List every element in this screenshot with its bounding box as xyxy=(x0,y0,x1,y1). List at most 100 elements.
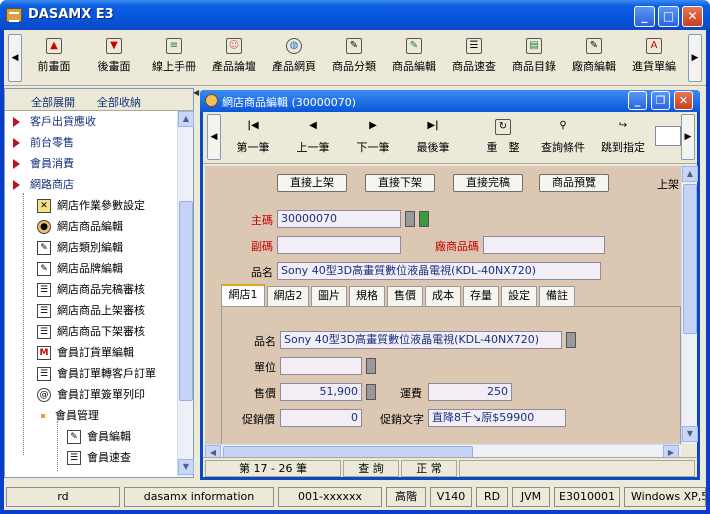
collapse-all-link[interactable]: 全部收納 xyxy=(97,94,141,110)
tree-node-member-management[interactable]: 會員管理 xyxy=(41,405,99,426)
tree-item-store-params[interactable]: ✕ 網店作業參數設定 xyxy=(37,195,145,216)
first-record-button[interactable]: |◀ 第一筆 xyxy=(225,117,281,163)
tree-item-store-product-edit[interactable]: ● 網店商品編輯 xyxy=(37,216,123,237)
list-icon: ☰ xyxy=(37,304,51,318)
main-code-field[interactable]: 30000070 xyxy=(277,210,401,228)
panel-name-field[interactable]: Sony 40型3D高畫質數位液晶電視(KDL-40NX720) xyxy=(280,331,562,349)
toolbar-purchase-order-button[interactable]: A 進貨單編 xyxy=(624,36,684,82)
tree-node-retail[interactable]: 前台零售 xyxy=(13,132,74,153)
tab-settings[interactable]: 設定 xyxy=(501,286,537,306)
globe-icon: ◍ xyxy=(286,38,302,54)
tree-item-member-order-edit[interactable]: M 會員訂貨單編輯 xyxy=(37,342,134,363)
list-icon: ☰ xyxy=(466,38,482,54)
tree-item-order-print[interactable]: @ 會員訂單簽單列印 xyxy=(37,384,145,405)
tree-item-order-convert[interactable]: ☰ 會員訂單轉客戶訂單 xyxy=(37,363,156,384)
child-title-bar[interactable]: 網店商品編輯 (30000070) _ ❐ ✕ xyxy=(200,90,700,112)
scroll-thumb[interactable] xyxy=(683,184,697,334)
unit-field[interactable] xyxy=(280,357,362,375)
order-icon: M xyxy=(37,346,51,360)
nav-scroll-right-button[interactable]: ▶ xyxy=(681,114,695,160)
scroll-up-button[interactable]: ▲ xyxy=(682,166,698,182)
tab-images[interactable]: 圖片 xyxy=(311,286,347,306)
name-field[interactable]: Sony 40型3D高畫質數位液晶電視(KDL-40NX720) xyxy=(277,262,601,280)
toolbar-category-button[interactable]: ✎ 商品分類 xyxy=(324,36,384,82)
toolbar-label: 廠商編輯 xyxy=(572,60,616,73)
toolbar-catalog-button[interactable]: ▤ 商品目錄 xyxy=(504,36,564,82)
tree-node-customer-shipping[interactable]: 客戶出貨應收 xyxy=(13,111,96,132)
price-picker-icon[interactable] xyxy=(366,384,376,400)
sub-code-field[interactable] xyxy=(277,236,401,254)
delist-now-button[interactable]: 直接下架 xyxy=(365,174,435,192)
child-close-button[interactable]: ✕ xyxy=(674,91,693,110)
unit-picker-icon[interactable] xyxy=(366,358,376,374)
query-conditions-button[interactable]: ⚲ 查詢條件 xyxy=(535,117,591,163)
tab-store1[interactable]: 網店1 xyxy=(221,284,265,306)
promo-text-field[interactable]: 直降8千↘原$59900 xyxy=(428,409,566,427)
toolbar-scroll-right-button[interactable]: ▶ xyxy=(688,34,702,82)
prev-record-button[interactable]: ◀ 上一筆 xyxy=(285,117,341,163)
close-button[interactable]: ✕ xyxy=(682,6,703,27)
sub-code-label: 副碼 xyxy=(251,240,273,253)
nav-scroll-left-button[interactable]: ◀ xyxy=(207,114,221,160)
shipping-field[interactable]: 250 xyxy=(428,383,512,401)
tab-notes[interactable]: 備註 xyxy=(539,286,575,306)
next-record-button[interactable]: ▶ 下一筆 xyxy=(345,117,401,163)
child-minimize-button[interactable]: _ xyxy=(628,91,647,110)
refresh-button[interactable]: ↻ 重 整 xyxy=(475,117,531,163)
promo-price-field[interactable]: 0 xyxy=(280,409,362,427)
tree-node-member-consumption[interactable]: 會員消費 xyxy=(13,153,74,174)
last-record-button[interactable]: ▶| 最後筆 xyxy=(405,117,461,163)
toolbar-forum-button[interactable]: ☺ 產品論壇 xyxy=(204,36,264,82)
maximize-button[interactable]: □ xyxy=(658,6,679,27)
tree-item-member-edit[interactable]: ✎ 會員編輯 xyxy=(67,426,131,447)
scroll-thumb[interactable] xyxy=(179,201,193,401)
tree-item-member-lookup[interactable]: ☰ 會員速查 xyxy=(67,447,131,468)
price-field[interactable]: 51,900 xyxy=(280,383,362,401)
child-restore-button[interactable]: ❐ xyxy=(651,91,670,110)
toolbar-vendor-edit-button[interactable]: ✎ 廠商編輯 xyxy=(564,36,624,82)
product-form: 直接上架 直接下架 直接完稿 商品預覽 上架 主碼 30000070 副碼 廠商… xyxy=(205,166,683,444)
scroll-up-button[interactable]: ▲ xyxy=(178,111,194,127)
child-body: ◀ |◀ 第一筆 ◀ 上一筆 ▶ 下一筆 ▶| 最後筆 ↻ 重 整 ⚲ 查詢條件 ↪ 跳到指定… xyxy=(203,112,698,477)
vendor-code-field[interactable] xyxy=(483,236,605,254)
toolbar-next-screen-button[interactable]: ▼ 後畫面 xyxy=(84,36,144,82)
tab-price[interactable]: 售價 xyxy=(387,286,423,306)
tree-item-delisting-review[interactable]: ☰ 網店商品下架審核 xyxy=(37,321,145,342)
tree-item-draft-review[interactable]: ☰ 網店商品完稿審核 xyxy=(37,279,145,300)
expand-all-link[interactable]: 全部展開 xyxy=(31,94,75,110)
tab-cost[interactable]: 成本 xyxy=(425,286,461,306)
upload-icon[interactable] xyxy=(419,211,429,227)
title-bar[interactable]: DASAMX E3 _ □ ✕ xyxy=(0,0,710,30)
minimize-button[interactable]: _ xyxy=(634,6,655,27)
product-preview-button[interactable]: 商品預覽 xyxy=(539,174,609,192)
splitter-collapse-icon[interactable]: ◀ xyxy=(193,88,199,108)
finalize-now-button[interactable]: 直接完稿 xyxy=(453,174,523,192)
tree-node-online-store[interactable]: 網路商店 xyxy=(13,174,74,195)
tree-item-listing-review[interactable]: ☰ 網店商品上架審核 xyxy=(37,300,145,321)
toolbar-prev-screen-button[interactable]: ▲ 前畫面 xyxy=(24,36,84,82)
tab-store2[interactable]: 網店2 xyxy=(267,286,309,306)
panel-list-picker-icon[interactable] xyxy=(566,332,576,348)
toolbar-product-edit-button[interactable]: ✎ 商品編輯 xyxy=(384,36,444,82)
tree-item-brand-edit[interactable]: ✎ 網店品牌編輯 xyxy=(37,258,123,279)
list-now-button[interactable]: 直接上架 xyxy=(277,174,347,192)
status-level: 高階 xyxy=(386,487,426,507)
jump-to-button[interactable]: ↪ 跳到指定 xyxy=(595,117,651,163)
toolbar-online-manual-button[interactable]: ≡ 線上手冊 xyxy=(144,36,204,82)
toolbar-label: 後畫面 xyxy=(97,60,131,73)
jump-to-input[interactable] xyxy=(655,126,681,146)
toolbar-product-web-button[interactable]: ◍ 產品網頁 xyxy=(264,36,324,82)
tab-stock[interactable]: 存量 xyxy=(463,286,499,306)
form-vertical-scrollbar[interactable]: ▲ ▼ xyxy=(681,166,698,444)
scroll-down-button[interactable]: ▼ xyxy=(178,459,194,475)
toolbar-scroll-left-button[interactable]: ◀ xyxy=(8,34,22,82)
scroll-down-button[interactable]: ▼ xyxy=(682,426,698,442)
list-picker-icon[interactable] xyxy=(405,211,415,227)
toolbar-label: 前畫面 xyxy=(37,60,71,73)
toolbar-quick-lookup-button[interactable]: ☰ 商品速查 xyxy=(444,36,504,82)
tab-specs[interactable]: 規格 xyxy=(349,286,385,306)
tree-node-label: 客戶出貨應收 xyxy=(30,115,96,128)
navigation-scrollbar[interactable]: ▲ ▼ xyxy=(177,111,194,477)
toolbar-label: 產品論壇 xyxy=(212,60,256,73)
tree-item-category-edit[interactable]: ✎ 網店類別編輯 xyxy=(37,237,123,258)
